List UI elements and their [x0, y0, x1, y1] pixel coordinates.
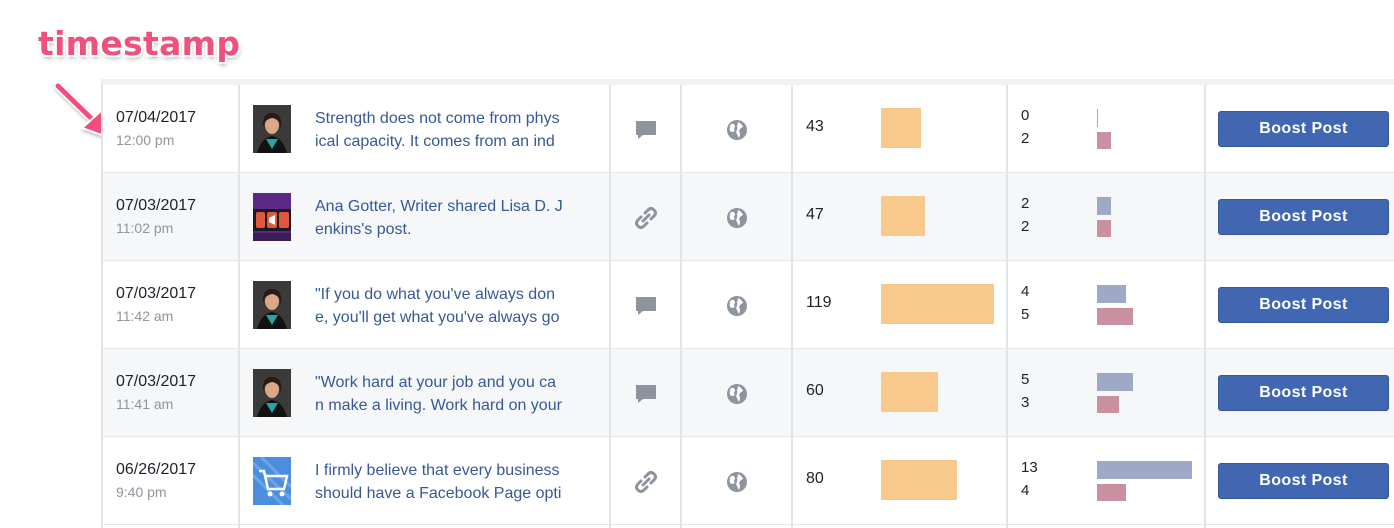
post-time: 12:00 pm — [116, 132, 175, 148]
post-text-line: Strength does not come from phys — [315, 110, 560, 127]
reach-bar — [881, 284, 994, 324]
post-thumbnail[interactable] — [253, 457, 291, 505]
post-text-line: ical capacity. It comes from an ind — [315, 133, 555, 150]
post-date: 07/03/2017 — [116, 373, 197, 390]
status-icon — [636, 121, 656, 139]
post-message-link[interactable]: "Work hard at your job and you ca n make… — [315, 371, 600, 417]
post-thumbnail[interactable] — [253, 193, 291, 241]
post-thumbnail[interactable] — [253, 281, 291, 329]
post-message-link[interactable]: Strength does not come from phys ical ca… — [315, 107, 600, 153]
column-divider — [609, 85, 611, 528]
post-time: 11:41 am — [116, 396, 174, 412]
reach-bar — [881, 372, 938, 412]
column-divider — [1204, 85, 1206, 528]
engagement-clicks-bar — [1097, 285, 1126, 303]
table-row: 07/03/2017 11:02 pm Ana Gotter, Writer s… — [103, 173, 1394, 261]
boost-post-button[interactable]: Boost Post — [1218, 375, 1389, 411]
reach-value: 119 — [806, 294, 832, 311]
post-text-line: n make a living. Work hard on your — [315, 397, 562, 414]
boost-post-button[interactable]: Boost Post — [1218, 287, 1389, 323]
boost-post-button[interactable]: Boost Post — [1218, 463, 1389, 499]
post-message-link[interactable]: I firmly believe that every business sho… — [315, 459, 600, 505]
post-time: 9:40 pm — [116, 484, 167, 500]
post-date: 06/26/2017 — [116, 461, 197, 478]
boost-post-button[interactable]: Boost Post — [1218, 111, 1389, 147]
post-message-link[interactable]: Ana Gotter, Writer shared Lisa D. J enki… — [315, 195, 600, 241]
timestamp-annotation-label: timestamp — [38, 24, 241, 63]
post-time: 11:02 pm — [116, 220, 174, 236]
post-text-line: Ana Gotter, Writer shared Lisa D. J — [315, 198, 563, 215]
reach-value: 60 — [806, 382, 824, 399]
engagement-reactions-value: 3 — [1021, 394, 1030, 411]
engagement-clicks-bar — [1097, 373, 1133, 391]
link-icon — [635, 207, 657, 229]
column-divider — [1006, 85, 1008, 528]
globe-icon — [727, 120, 747, 140]
post-date: 07/03/2017 — [116, 197, 197, 214]
engagement-clicks-value: 4 — [1021, 283, 1030, 300]
megaphone-image-icon — [253, 193, 291, 241]
post-time: 11:42 am — [116, 308, 174, 324]
engagement-clicks-value: 13 — [1021, 459, 1038, 476]
table-row: 07/04/2017 12:00 pm Strength does not co… — [103, 85, 1394, 173]
boost-post-button[interactable]: Boost Post — [1218, 199, 1389, 235]
globe-icon — [727, 472, 747, 492]
post-text-line: "If you do what you've always don — [315, 286, 555, 303]
profile-photo-icon — [253, 281, 291, 329]
reach-value: 47 — [806, 206, 824, 223]
table-row: 07/03/2017 11:42 am "If you do what you'… — [103, 261, 1394, 349]
link-icon — [635, 471, 657, 493]
engagement-clicks-value: 2 — [1021, 195, 1030, 212]
post-text-line: e, you'll get what you've always go — [315, 309, 560, 326]
column-divider — [680, 85, 682, 528]
post-thumbnail[interactable] — [253, 369, 291, 417]
reach-bar — [881, 460, 957, 500]
post-text-line: enkins's post. — [315, 221, 412, 238]
engagement-clicks-value: 5 — [1021, 371, 1030, 388]
table-row: 06/26/2017 9:40 pm I firmly believe that… — [103, 437, 1394, 525]
post-date: 07/04/2017 — [116, 109, 197, 126]
post-message-link[interactable]: "If you do what you've always don e, you… — [315, 283, 600, 329]
post-date: 07/03/2017 — [116, 285, 197, 302]
reach-value: 43 — [806, 118, 824, 135]
published-posts-table: 07/04/2017 12:00 pm Strength does not co… — [101, 79, 1394, 528]
profile-photo-icon — [253, 105, 291, 153]
engagement-reactions-bar — [1097, 132, 1111, 149]
reach-bar — [881, 108, 921, 148]
engagement-reactions-bar — [1097, 220, 1111, 237]
globe-icon — [727, 208, 747, 228]
status-icon — [636, 385, 656, 403]
column-divider — [238, 85, 240, 528]
engagement-reactions-value: 2 — [1021, 218, 1030, 235]
engagement-reactions-value: 4 — [1021, 482, 1030, 499]
engagement-clicks-bar — [1097, 109, 1098, 127]
post-text-line: should have a Facebook Page opti — [315, 485, 562, 502]
post-thumbnail[interactable] — [253, 105, 291, 153]
table-row: 07/03/2017 11:41 am "Work hard at your j… — [103, 349, 1394, 437]
reach-bar — [881, 196, 925, 236]
status-icon — [636, 297, 656, 315]
globe-icon — [727, 384, 747, 404]
profile-photo-icon — [253, 369, 291, 417]
engagement-reactions-bar — [1097, 484, 1126, 501]
engagement-reactions-value: 2 — [1021, 130, 1030, 147]
engagement-clicks-bar — [1097, 197, 1111, 215]
column-divider — [791, 85, 793, 528]
engagement-reactions-value: 5 — [1021, 306, 1030, 323]
post-text-line: "Work hard at your job and you ca — [315, 374, 557, 391]
engagement-reactions-bar — [1097, 308, 1133, 325]
post-text-line: I firmly believe that every business — [315, 462, 560, 479]
engagement-clicks-value: 0 — [1021, 107, 1030, 124]
reach-value: 80 — [806, 470, 824, 487]
engagement-reactions-bar — [1097, 396, 1119, 413]
shopping-cart-image-icon — [253, 457, 291, 505]
engagement-clicks-bar — [1097, 461, 1192, 479]
globe-icon — [727, 296, 747, 316]
